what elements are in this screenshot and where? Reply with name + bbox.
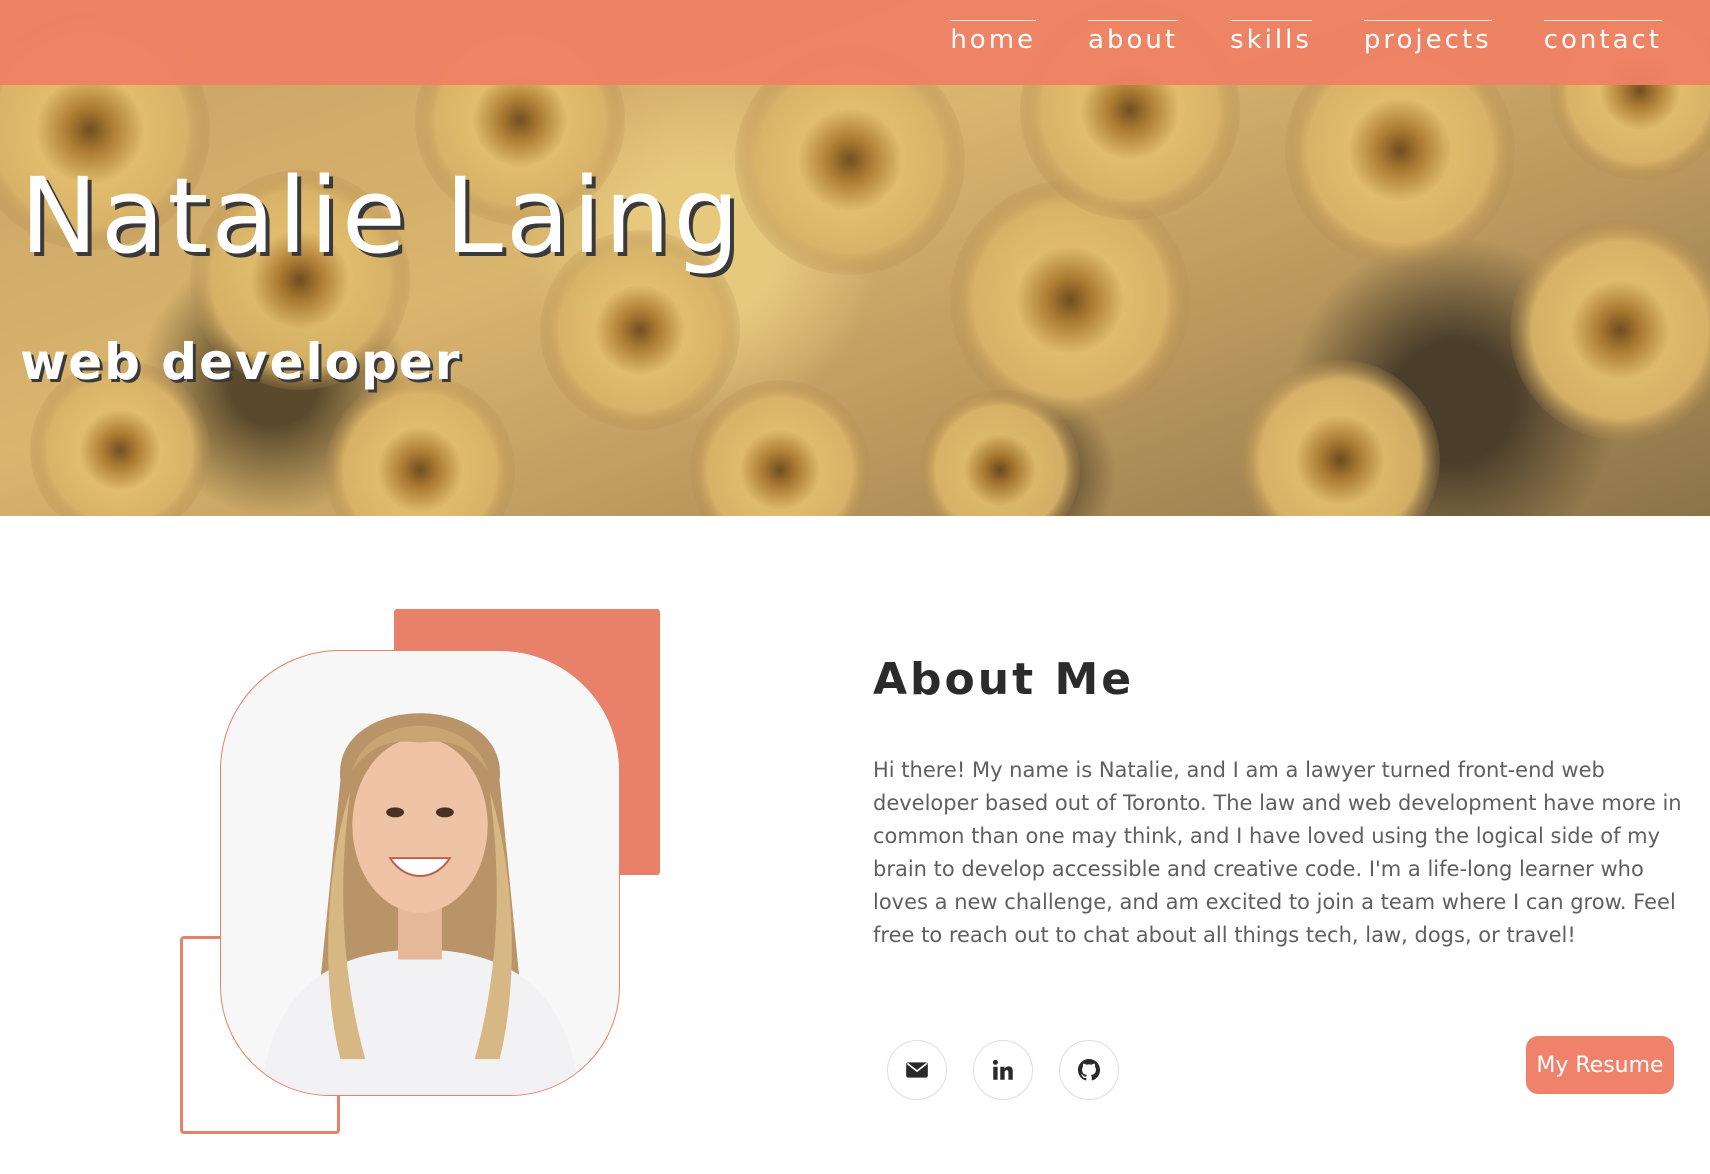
hero-role-subheading: web developer	[20, 333, 462, 391]
nav-link-home[interactable]: home	[950, 20, 1037, 57]
social-links	[887, 1040, 1145, 1100]
about-paragraph: Hi there! My name is Natalie, and I am a…	[873, 758, 1682, 947]
nav-link-projects[interactable]: projects	[1363, 20, 1492, 57]
top-navigation-bar: home about skills projects contact	[0, 0, 1710, 85]
nav-link-about[interactable]: about	[1088, 20, 1179, 57]
envelope-icon	[906, 1062, 928, 1078]
email-link-button[interactable]	[887, 1040, 947, 1100]
hero-banner: home about skills projects contact Natal…	[0, 0, 1710, 516]
github-icon	[1077, 1058, 1101, 1081]
linkedin-icon	[992, 1059, 1013, 1080]
profile-portrait-illustration	[260, 713, 580, 1095]
nav-link-contact[interactable]: contact	[1543, 20, 1662, 57]
hero-name-heading: Natalie Laing	[20, 155, 743, 277]
main-nav: home about skills projects contact	[898, 20, 1662, 57]
nav-link-skills[interactable]: skills	[1230, 20, 1312, 57]
about-heading: About Me	[873, 654, 1135, 705]
resume-button[interactable]: My Resume	[1526, 1036, 1674, 1094]
profile-photo	[220, 650, 620, 1096]
github-link-button[interactable]	[1059, 1040, 1119, 1100]
linkedin-link-button[interactable]	[973, 1040, 1033, 1100]
